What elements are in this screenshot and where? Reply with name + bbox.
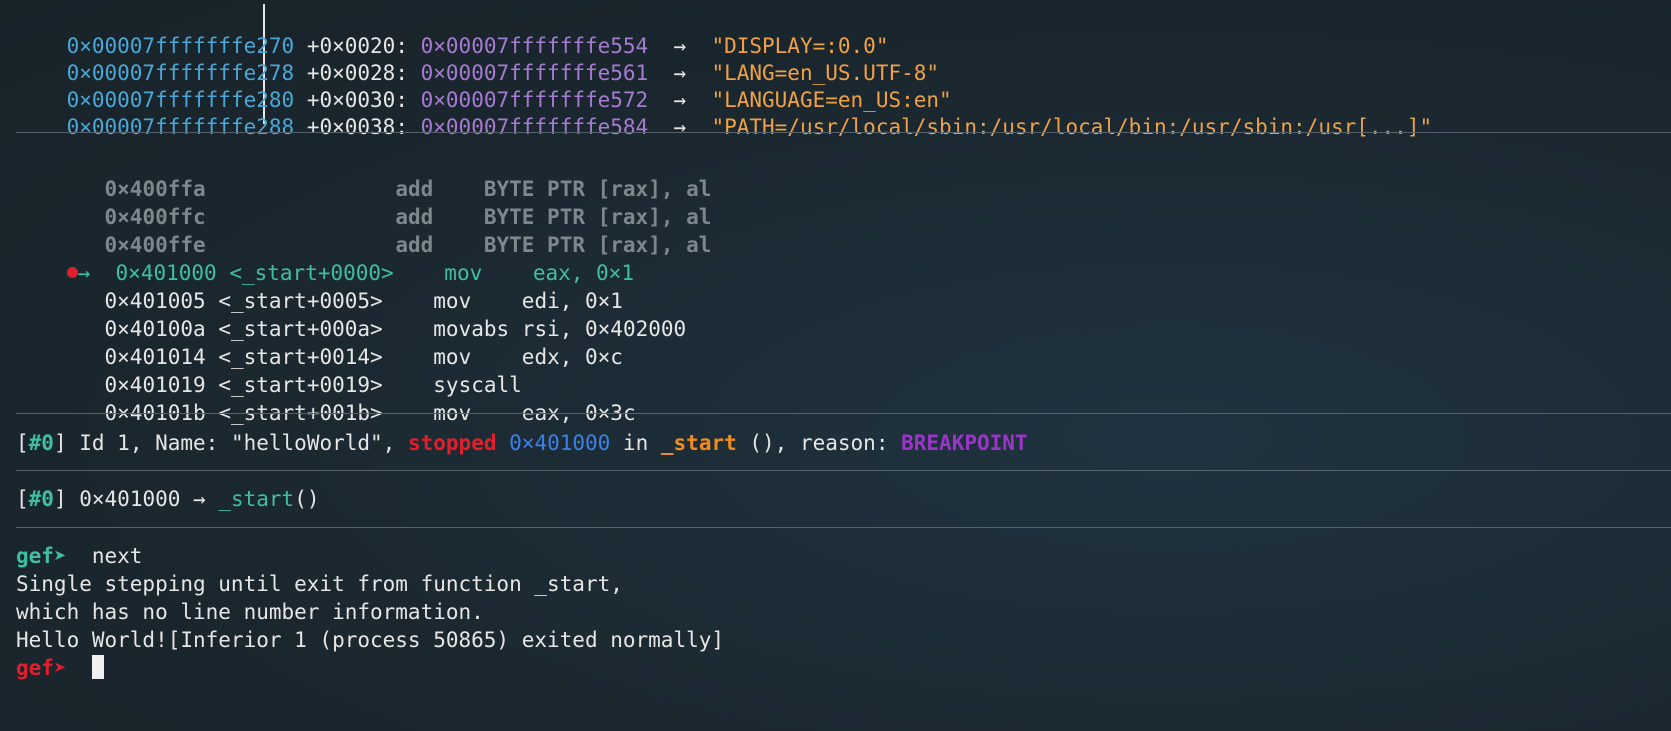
thread-reason-label: (), reason: (736, 431, 902, 455)
thread-function: _start (660, 431, 737, 455)
code-row: 0×40101b <_start+001b> mov eax, 0×3c (16, 371, 636, 425)
gef-prompt-error: gef➤ (16, 656, 67, 680)
output-line: which has no line number information. (16, 600, 484, 624)
section-separator (16, 132, 1671, 133)
bracket-close: ] (53, 487, 67, 511)
thread-state: stopped (407, 431, 497, 455)
output-line: Hello World![Inferior 1 (process 50865) … (16, 628, 725, 652)
code-row: 0×40100a <_start+000a> movabs rsi, 0×402… (16, 287, 687, 341)
bracket-open: [ (16, 487, 29, 511)
output-line: Single stepping until exit from function… (16, 572, 623, 596)
deref-arrow: → (673, 115, 687, 139)
code-row: 0×400ffe add BYTE PTR [rax], al (16, 203, 712, 257)
thread-in-label: in (610, 431, 661, 455)
stack-pointer: 0×00007fffffffe584 (420, 115, 649, 139)
thread-reason: BREAKPOINT (901, 431, 1028, 455)
trace-line: [#0] 0×401000 → _start() (16, 485, 319, 513)
stack-row: 0×00007fffffffe270 +0×0020: 0×00007fffff… (16, 4, 889, 58)
thread-address: 0×401000 (509, 431, 611, 455)
input-line[interactable]: gef➤ (16, 654, 104, 682)
stack-string: "PATH=/usr/local/sbin:/usr/local/bin:/us… (711, 115, 1433, 139)
command-text: next (91, 544, 143, 568)
code-row: 0×400ffc add BYTE PTR [rax], al (16, 175, 712, 229)
stack-row: 0×00007fffffffe278 +0×0028: 0×00007fffff… (16, 31, 939, 85)
trace-address: 0×401000 → (66, 487, 219, 511)
gef-prompt: gef➤ (16, 544, 67, 568)
bracket-open: [ (16, 431, 29, 455)
section-separator (16, 527, 1671, 528)
text-cursor[interactable] (91, 655, 104, 679)
stack-row: 0×00007fffffffe288 +0×0038: 0×00007fffff… (16, 85, 1433, 139)
code-row: 0×401005 <_start+0005> mov edi, 0×1 (16, 259, 623, 313)
section-separator (16, 413, 1671, 414)
bracket-close: ] (53, 431, 67, 455)
code-row: 0×401019 <_start+0019> syscall (16, 343, 522, 397)
stack-offset: +0×0038: (306, 115, 408, 139)
code-row: 0×400ffa add BYTE PTR [rax], al (16, 147, 712, 201)
trace-function: _start (218, 487, 295, 511)
terminal-window[interactable]: 0×00007fffffffe270 +0×0020: 0×00007fffff… (0, 0, 1671, 731)
code-row: 0×401014 <_start+0014> mov edx, 0×c (16, 315, 623, 369)
thread-status-line: [#0] Id 1, Name: "helloWorld", stopped 0… (16, 429, 1028, 457)
stack-row: 0×00007fffffffe280 +0×0030: 0×00007fffff… (16, 58, 952, 112)
code-row-current: → 0×401000 <_start+0000> mov eax, 0×1 (16, 231, 634, 285)
command-line: gef➤ next (16, 542, 142, 570)
trace-parens: () (294, 487, 320, 511)
thread-id: #0 (28, 431, 54, 455)
section-separator (16, 470, 1671, 471)
thread-info: Id 1, Name: "helloWorld", (66, 431, 408, 455)
code-operands: edx, 0×c (521, 345, 623, 369)
stack-address: 0×00007fffffffe288 (66, 115, 295, 139)
trace-id: #0 (28, 487, 54, 511)
